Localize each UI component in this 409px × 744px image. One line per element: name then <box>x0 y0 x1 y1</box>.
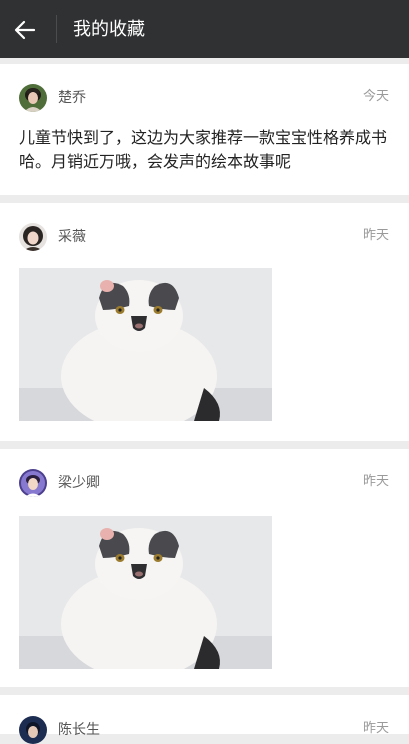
post-image-cat[interactable] <box>19 516 272 669</box>
favorite-item[interactable]: 梁少卿 昨天 <box>0 449 409 687</box>
page-title: 我的收藏 <box>73 19 145 40</box>
avatar[interactable] <box>19 223 47 251</box>
user-name: 采薇 <box>58 229 86 245</box>
favorite-item[interactable]: 楚乔 今天 儿童节快到了，这边为大家推荐一款宝宝性格养成书哈。月销近万哦，会发声… <box>0 64 409 195</box>
favorite-item[interactable]: 采薇 昨天 <box>0 203 409 441</box>
avatar[interactable] <box>19 84 47 112</box>
back-arrow-icon[interactable] <box>12 17 38 43</box>
post-time: 今天 <box>362 89 389 104</box>
post-time: 昨天 <box>362 228 389 243</box>
avatar[interactable] <box>19 716 47 744</box>
user-name: 陈长生 <box>58 722 100 738</box>
post-time: 昨天 <box>362 721 389 736</box>
user-name: 梁少卿 <box>58 475 100 491</box>
favorite-item[interactable]: 陈长生 昨天 <box>0 695 409 744</box>
post-image-cat[interactable] <box>19 268 272 421</box>
app-header: 我的收藏 <box>0 0 409 58</box>
post-time: 昨天 <box>362 474 389 489</box>
header-divider <box>56 15 57 43</box>
post-text: 儿童节快到了，这边为大家推荐一款宝宝性格养成书哈。月销近万哦，会发声的绘本故事呢 <box>19 128 388 171</box>
avatar[interactable] <box>19 469 47 497</box>
user-name: 楚乔 <box>58 90 86 106</box>
